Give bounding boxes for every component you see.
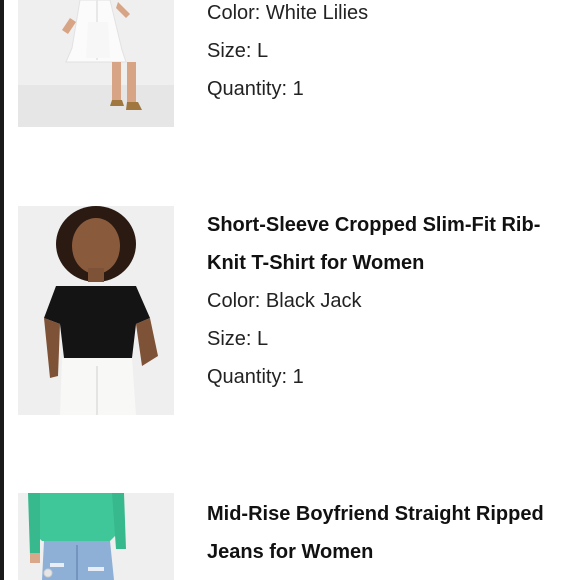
item-details: Short-Sleeve Cropped Slim-Fit Rib- Knit … xyxy=(207,206,580,396)
black-tshirt-photo xyxy=(18,206,174,415)
color-value: Black Jack xyxy=(265,290,362,312)
color-line: Color: White Lilies xyxy=(207,2,369,24)
ripped-jeans-photo xyxy=(18,493,174,580)
product-title[interactable]: Mid-Rise Boyfriend Straight Ripped Jeans… xyxy=(207,495,580,571)
product-title-line-2: Jeans for Women xyxy=(207,541,374,563)
cart-item-3: Mid-Rise Boyfriend Straight Ripped Jeans… xyxy=(0,493,580,580)
color-line: Color: Black Jack xyxy=(207,290,362,312)
product-title-line-1: Mid-Rise Boyfriend Straight Ripped xyxy=(207,503,544,525)
size-value: L xyxy=(257,328,269,350)
cart-item-1: Color: White Lilies Size: L Quantity: 1 xyxy=(0,0,580,130)
size-value: L xyxy=(257,40,269,62)
size-line: Size: L xyxy=(207,328,269,350)
color-value: White Lilies xyxy=(265,2,369,24)
quantity-value: 1 xyxy=(292,366,304,388)
quantity-value: 1 xyxy=(292,78,304,100)
quantity-line: Quantity: 1 xyxy=(207,78,304,100)
item-details: Color: White Lilies Size: L Quantity: 1 xyxy=(207,0,580,108)
product-title-line-1: Short-Sleeve Cropped Slim-Fit Rib- xyxy=(207,214,541,236)
product-title[interactable]: Short-Sleeve Cropped Slim-Fit Rib- Knit … xyxy=(207,206,580,282)
product-image-white-dress[interactable] xyxy=(18,0,174,127)
size-line: Size: L xyxy=(207,40,269,62)
quantity-line: Quantity: 1 xyxy=(207,366,304,388)
product-image-ripped-jeans[interactable] xyxy=(18,493,174,580)
product-image-black-tshirt[interactable] xyxy=(18,206,174,415)
white-dress-photo xyxy=(18,0,174,127)
product-title-line-2: Knit T-Shirt for Women xyxy=(207,252,425,274)
cart-item-2: Short-Sleeve Cropped Slim-Fit Rib- Knit … xyxy=(0,206,580,416)
item-details: Mid-Rise Boyfriend Straight Ripped Jeans… xyxy=(207,495,580,571)
